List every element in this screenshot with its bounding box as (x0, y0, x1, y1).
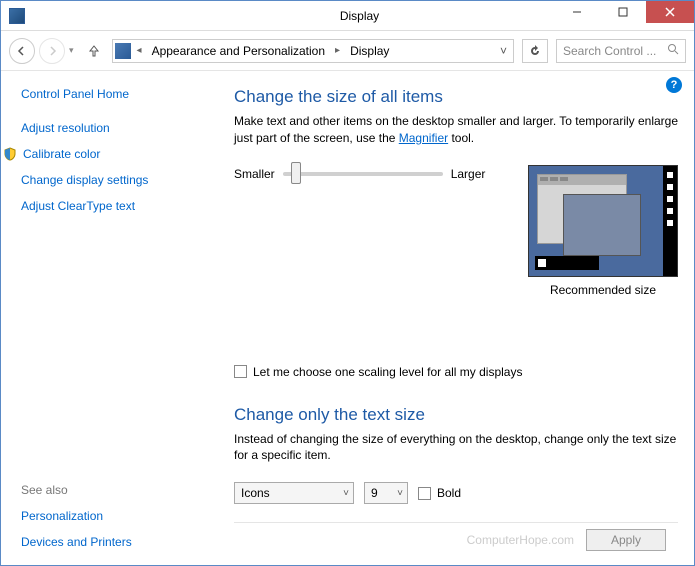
sidebar: Control Panel Home Adjust resolution Cal… (1, 71, 216, 565)
shield-icon (3, 147, 17, 161)
content: ? Change the size of all items Make text… (216, 71, 694, 565)
scaling-checkbox-label[interactable]: Let me choose one scaling level for all … (253, 365, 522, 379)
recent-dropdown-icon[interactable]: ▾ (69, 45, 74, 56)
scaling-checkbox-row: Let me choose one scaling level for all … (234, 365, 678, 379)
heading-change-size: Change the size of all items (234, 87, 678, 107)
control-panel-home-link[interactable]: Control Panel Home (21, 87, 204, 101)
desc-text-b: tool. (448, 131, 474, 145)
window-buttons (554, 1, 694, 23)
breadcrumb-level1[interactable]: Appearance and Personalization (148, 44, 329, 58)
bold-checkbox[interactable] (418, 487, 431, 500)
forward-button[interactable] (39, 38, 65, 64)
see-also-personalization[interactable]: Personalization (21, 509, 204, 523)
display-window: Display ▾ ◂ Appearance and Personalizati… (0, 0, 695, 566)
preview-taskbar (535, 256, 599, 270)
maximize-button[interactable] (600, 1, 646, 23)
breadcrumb-level2[interactable]: Display (346, 44, 393, 58)
size-slider-group: Smaller Larger (234, 167, 485, 181)
size-slider[interactable] (283, 172, 443, 176)
search-icon (667, 43, 679, 58)
bold-label[interactable]: Bold (437, 486, 461, 500)
refresh-button[interactable] (522, 39, 548, 63)
address-dropdown-icon[interactable]: ˅ (496, 44, 511, 58)
system-icon (9, 8, 25, 24)
size-slider-row: Smaller Larger Recommended size (234, 165, 678, 297)
size-select[interactable]: 9 ˅ (364, 482, 408, 504)
slider-min-label: Smaller (234, 167, 275, 181)
bold-checkbox-row: Bold (418, 486, 461, 500)
control-panel-icon (115, 43, 131, 59)
item-select[interactable]: Icons ˅ (234, 482, 354, 504)
preview-caption: Recommended size (550, 283, 656, 297)
desc-text-size: Instead of changing the size of everythi… (234, 431, 678, 465)
sidebar-item-label: Calibrate color (23, 147, 100, 161)
search-input[interactable]: Search Control ... (556, 39, 686, 63)
see-also-devices-printers[interactable]: Devices and Printers (21, 535, 204, 549)
slider-max-label: Larger (451, 167, 486, 181)
titlebar: Display (1, 1, 694, 31)
address-bar[interactable]: ◂ Appearance and Personalization ▸ Displ… (112, 39, 514, 63)
item-select-value: Icons (241, 486, 337, 500)
size-select-value: 9 (371, 486, 391, 500)
sidebar-item-adjust-cleartype[interactable]: Adjust ClearType text (21, 199, 204, 213)
heading-text-size: Change only the text size (234, 405, 678, 425)
preview-column: Recommended size (528, 165, 678, 297)
footer: ComputerHope.com Apply (234, 522, 678, 557)
watermark: ComputerHope.com (467, 533, 574, 547)
toolbar: ▾ ◂ Appearance and Personalization ▸ Dis… (1, 31, 694, 71)
scaling-checkbox[interactable] (234, 365, 247, 378)
chevron-right-icon[interactable]: ◂ (135, 45, 144, 56)
magnifier-link[interactable]: Magnifier (399, 131, 448, 145)
minimize-button[interactable] (554, 1, 600, 23)
back-button[interactable] (9, 38, 35, 64)
body: Control Panel Home Adjust resolution Cal… (1, 71, 694, 565)
preview-sidebar (663, 166, 677, 276)
apply-button[interactable]: Apply (586, 529, 666, 551)
preview-window2 (563, 194, 641, 256)
help-icon[interactable]: ? (666, 77, 682, 93)
up-button[interactable] (84, 38, 104, 64)
close-button[interactable] (646, 1, 694, 23)
display-preview (528, 165, 678, 277)
sidebar-item-change-display-settings[interactable]: Change display settings (21, 173, 204, 187)
sidebar-item-calibrate-color[interactable]: Calibrate color (21, 147, 204, 161)
desc-change-size: Make text and other items on the desktop… (234, 113, 678, 147)
search-placeholder: Search Control ... (563, 44, 667, 58)
sidebar-item-adjust-resolution[interactable]: Adjust resolution (21, 121, 204, 135)
chevron-down-icon: ˅ (343, 488, 349, 499)
see-also-label: See also (21, 483, 204, 497)
text-size-controls: Icons ˅ 9 ˅ Bold (234, 482, 678, 504)
chevron-down-icon: ˅ (397, 488, 403, 499)
chevron-right-icon[interactable]: ▸ (333, 45, 342, 56)
slider-thumb[interactable] (291, 162, 301, 184)
